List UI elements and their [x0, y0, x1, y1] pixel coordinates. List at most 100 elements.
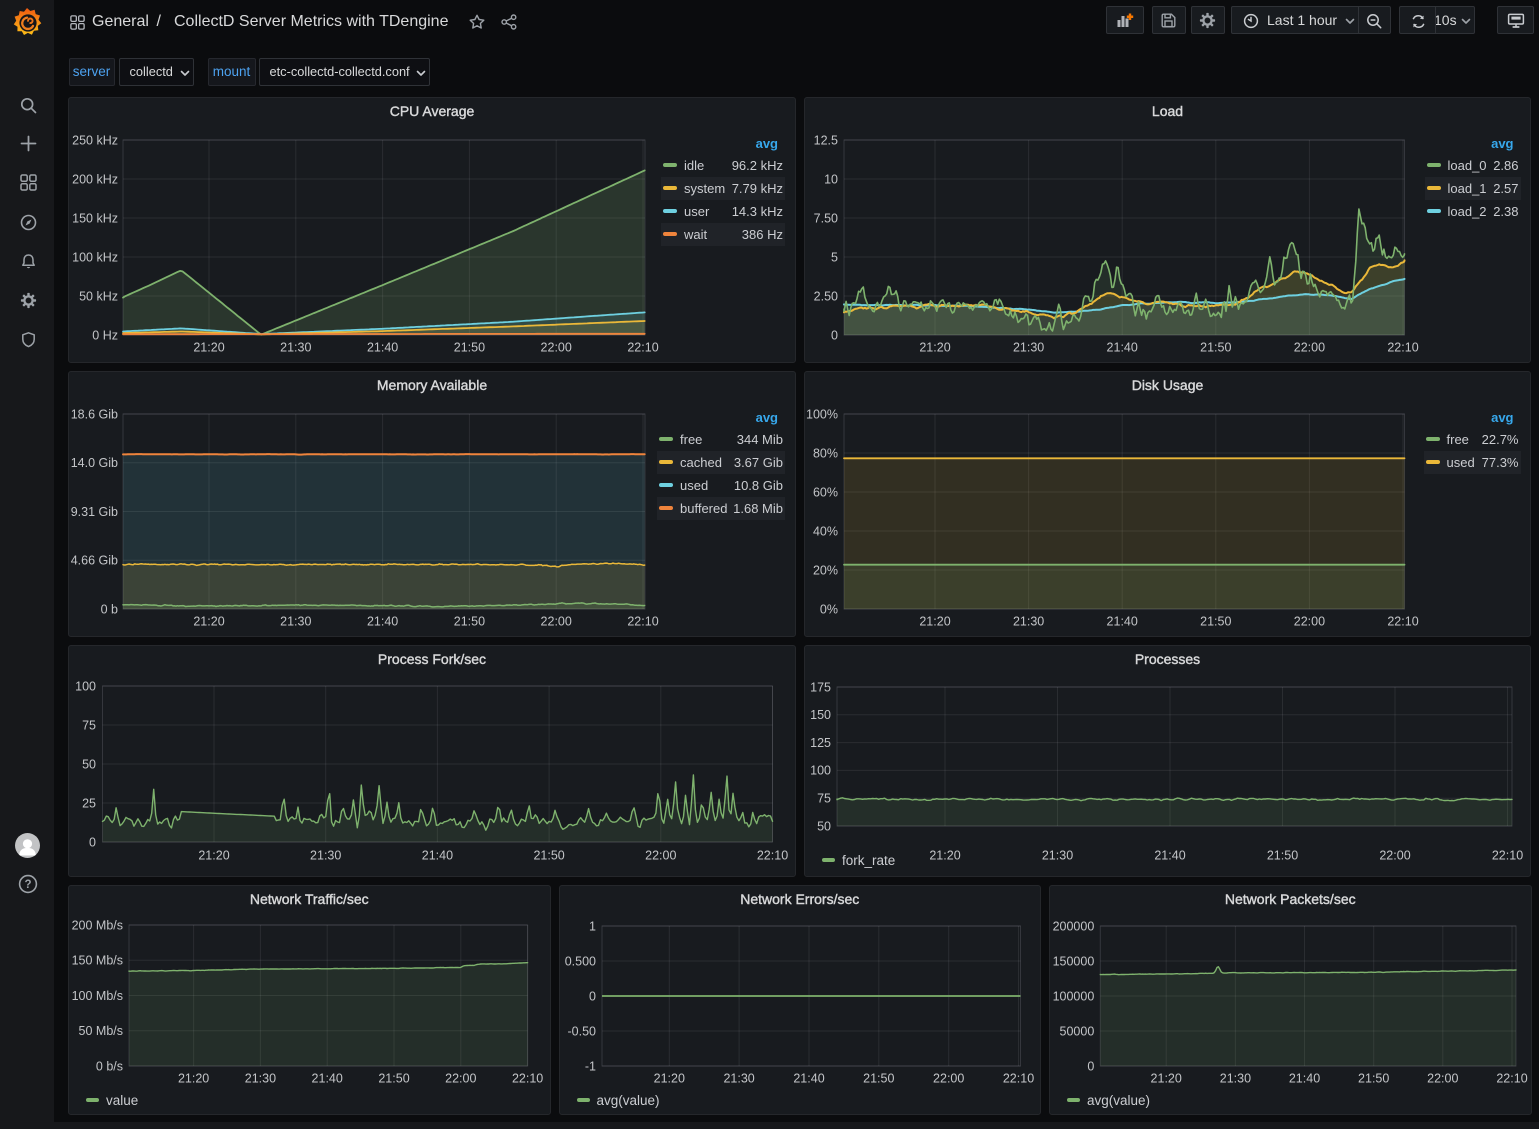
svg-text:21:30: 21:30 — [1013, 614, 1044, 628]
svg-text:22:10: 22:10 — [627, 340, 658, 354]
svg-text:80%: 80% — [813, 446, 838, 460]
svg-text:21:40: 21:40 — [422, 848, 453, 862]
svg-text:18.6 Gib: 18.6 Gib — [71, 407, 118, 421]
svg-text:9.31 Gib: 9.31 Gib — [71, 505, 118, 519]
svg-text:22:00: 22:00 — [1294, 340, 1325, 354]
svg-text:150: 150 — [810, 708, 831, 722]
svg-text:150 Mb/s: 150 Mb/s — [72, 954, 123, 968]
svg-text:22:00: 22:00 — [645, 848, 676, 862]
svg-text:0.500: 0.500 — [564, 954, 595, 968]
svg-text:22:00: 22:00 — [1379, 848, 1410, 862]
svg-text:21:40: 21:40 — [793, 1071, 824, 1085]
svg-text:-1: -1 — [584, 1059, 595, 1073]
svg-text:4.66 Gib: 4.66 Gib — [71, 554, 118, 568]
svg-text:0: 0 — [589, 989, 596, 1003]
svg-text:21:50: 21:50 — [1358, 1071, 1389, 1085]
svg-text:200 Mb/s: 200 Mb/s — [72, 918, 123, 932]
svg-text:21:30: 21:30 — [1220, 1071, 1251, 1085]
svg-text:21:40: 21:40 — [367, 614, 398, 628]
svg-text:22:10: 22:10 — [512, 1071, 543, 1085]
svg-text:12.5: 12.5 — [814, 133, 838, 147]
svg-text:21:50: 21:50 — [1200, 614, 1231, 628]
svg-text:21:40: 21:40 — [312, 1071, 343, 1085]
svg-text:21:20: 21:20 — [193, 614, 224, 628]
svg-text:22:10: 22:10 — [1002, 1071, 1033, 1085]
svg-text:75: 75 — [817, 792, 831, 806]
svg-text:22:00: 22:00 — [933, 1071, 964, 1085]
svg-text:21:50: 21:50 — [533, 848, 564, 862]
svg-text:21:40: 21:40 — [1154, 848, 1185, 862]
svg-text:21:20: 21:20 — [198, 848, 229, 862]
svg-text:22:00: 22:00 — [445, 1071, 476, 1085]
svg-text:22:00: 22:00 — [1427, 1071, 1458, 1085]
svg-text:100%: 100% — [806, 407, 838, 421]
svg-text:50 Mb/s: 50 Mb/s — [79, 1024, 123, 1038]
svg-text:100 kHz: 100 kHz — [72, 250, 118, 264]
svg-text:50: 50 — [817, 819, 831, 833]
svg-text:22:00: 22:00 — [541, 340, 572, 354]
svg-text:22:10: 22:10 — [757, 848, 788, 862]
svg-text:21:20: 21:20 — [919, 340, 950, 354]
svg-text:100000: 100000 — [1053, 989, 1095, 1003]
svg-text:21:20: 21:20 — [193, 340, 224, 354]
svg-text:100: 100 — [810, 764, 831, 778]
svg-text:1: 1 — [589, 919, 596, 933]
svg-text:21:30: 21:30 — [310, 848, 341, 862]
svg-text:21:50: 21:50 — [454, 614, 485, 628]
svg-text:200000: 200000 — [1053, 919, 1095, 933]
svg-text:0: 0 — [1087, 1059, 1094, 1073]
svg-text:21:30: 21:30 — [1013, 340, 1044, 354]
svg-text:50000: 50000 — [1060, 1024, 1095, 1038]
svg-text:75: 75 — [82, 718, 96, 732]
svg-text:21:30: 21:30 — [280, 614, 311, 628]
svg-text:22:10: 22:10 — [1496, 1071, 1527, 1085]
svg-text:0: 0 — [89, 835, 96, 849]
svg-text:21:50: 21:50 — [378, 1071, 409, 1085]
svg-text:21:50: 21:50 — [1200, 340, 1231, 354]
svg-text:21:20: 21:20 — [919, 614, 950, 628]
svg-text:21:50: 21:50 — [863, 1071, 894, 1085]
svg-text:21:30: 21:30 — [723, 1071, 754, 1085]
svg-text:100: 100 — [75, 679, 96, 693]
svg-text:21:20: 21:20 — [178, 1071, 209, 1085]
svg-text:2.50: 2.50 — [814, 289, 838, 303]
svg-text:100 Mb/s: 100 Mb/s — [72, 989, 123, 1003]
svg-text:21:40: 21:40 — [1107, 340, 1138, 354]
svg-text:150000: 150000 — [1053, 954, 1095, 968]
svg-text:21:30: 21:30 — [245, 1071, 276, 1085]
svg-text:60%: 60% — [813, 485, 838, 499]
svg-text:22:00: 22:00 — [1294, 614, 1325, 628]
svg-text:22:10: 22:10 — [1492, 848, 1523, 862]
svg-text:20%: 20% — [813, 563, 838, 577]
svg-text:?: ? — [24, 879, 31, 891]
svg-text:21:20: 21:20 — [653, 1071, 684, 1085]
svg-text:22:00: 22:00 — [541, 614, 572, 628]
svg-text:175: 175 — [810, 680, 831, 694]
svg-text:21:50: 21:50 — [1267, 848, 1298, 862]
svg-text:0 b: 0 b — [101, 602, 118, 616]
svg-text:50: 50 — [82, 757, 96, 771]
svg-text:21:40: 21:40 — [1107, 614, 1138, 628]
svg-text:22:10: 22:10 — [627, 614, 658, 628]
svg-text:10: 10 — [824, 172, 838, 186]
svg-text:21:30: 21:30 — [1042, 848, 1073, 862]
svg-text:14.0 Gib: 14.0 Gib — [71, 456, 118, 470]
svg-text:25: 25 — [82, 796, 96, 810]
svg-text:0 Hz: 0 Hz — [92, 328, 118, 342]
svg-text:21:20: 21:20 — [929, 848, 960, 862]
svg-text:250 kHz: 250 kHz — [72, 133, 118, 147]
svg-text:200 kHz: 200 kHz — [72, 172, 118, 186]
svg-text:0 b/s: 0 b/s — [96, 1059, 123, 1073]
svg-text:22:10: 22:10 — [1387, 614, 1418, 628]
svg-text:21:40: 21:40 — [367, 340, 398, 354]
svg-text:40%: 40% — [813, 524, 838, 538]
svg-text:21:50: 21:50 — [454, 340, 485, 354]
svg-text:150 kHz: 150 kHz — [72, 211, 118, 225]
svg-text:125: 125 — [810, 736, 831, 750]
svg-text:50 kHz: 50 kHz — [79, 289, 118, 303]
svg-text:0%: 0% — [820, 602, 838, 616]
svg-text:-0.50: -0.50 — [567, 1024, 596, 1038]
svg-text:21:40: 21:40 — [1289, 1071, 1320, 1085]
svg-text:22:10: 22:10 — [1387, 340, 1418, 354]
svg-text:21:30: 21:30 — [280, 340, 311, 354]
